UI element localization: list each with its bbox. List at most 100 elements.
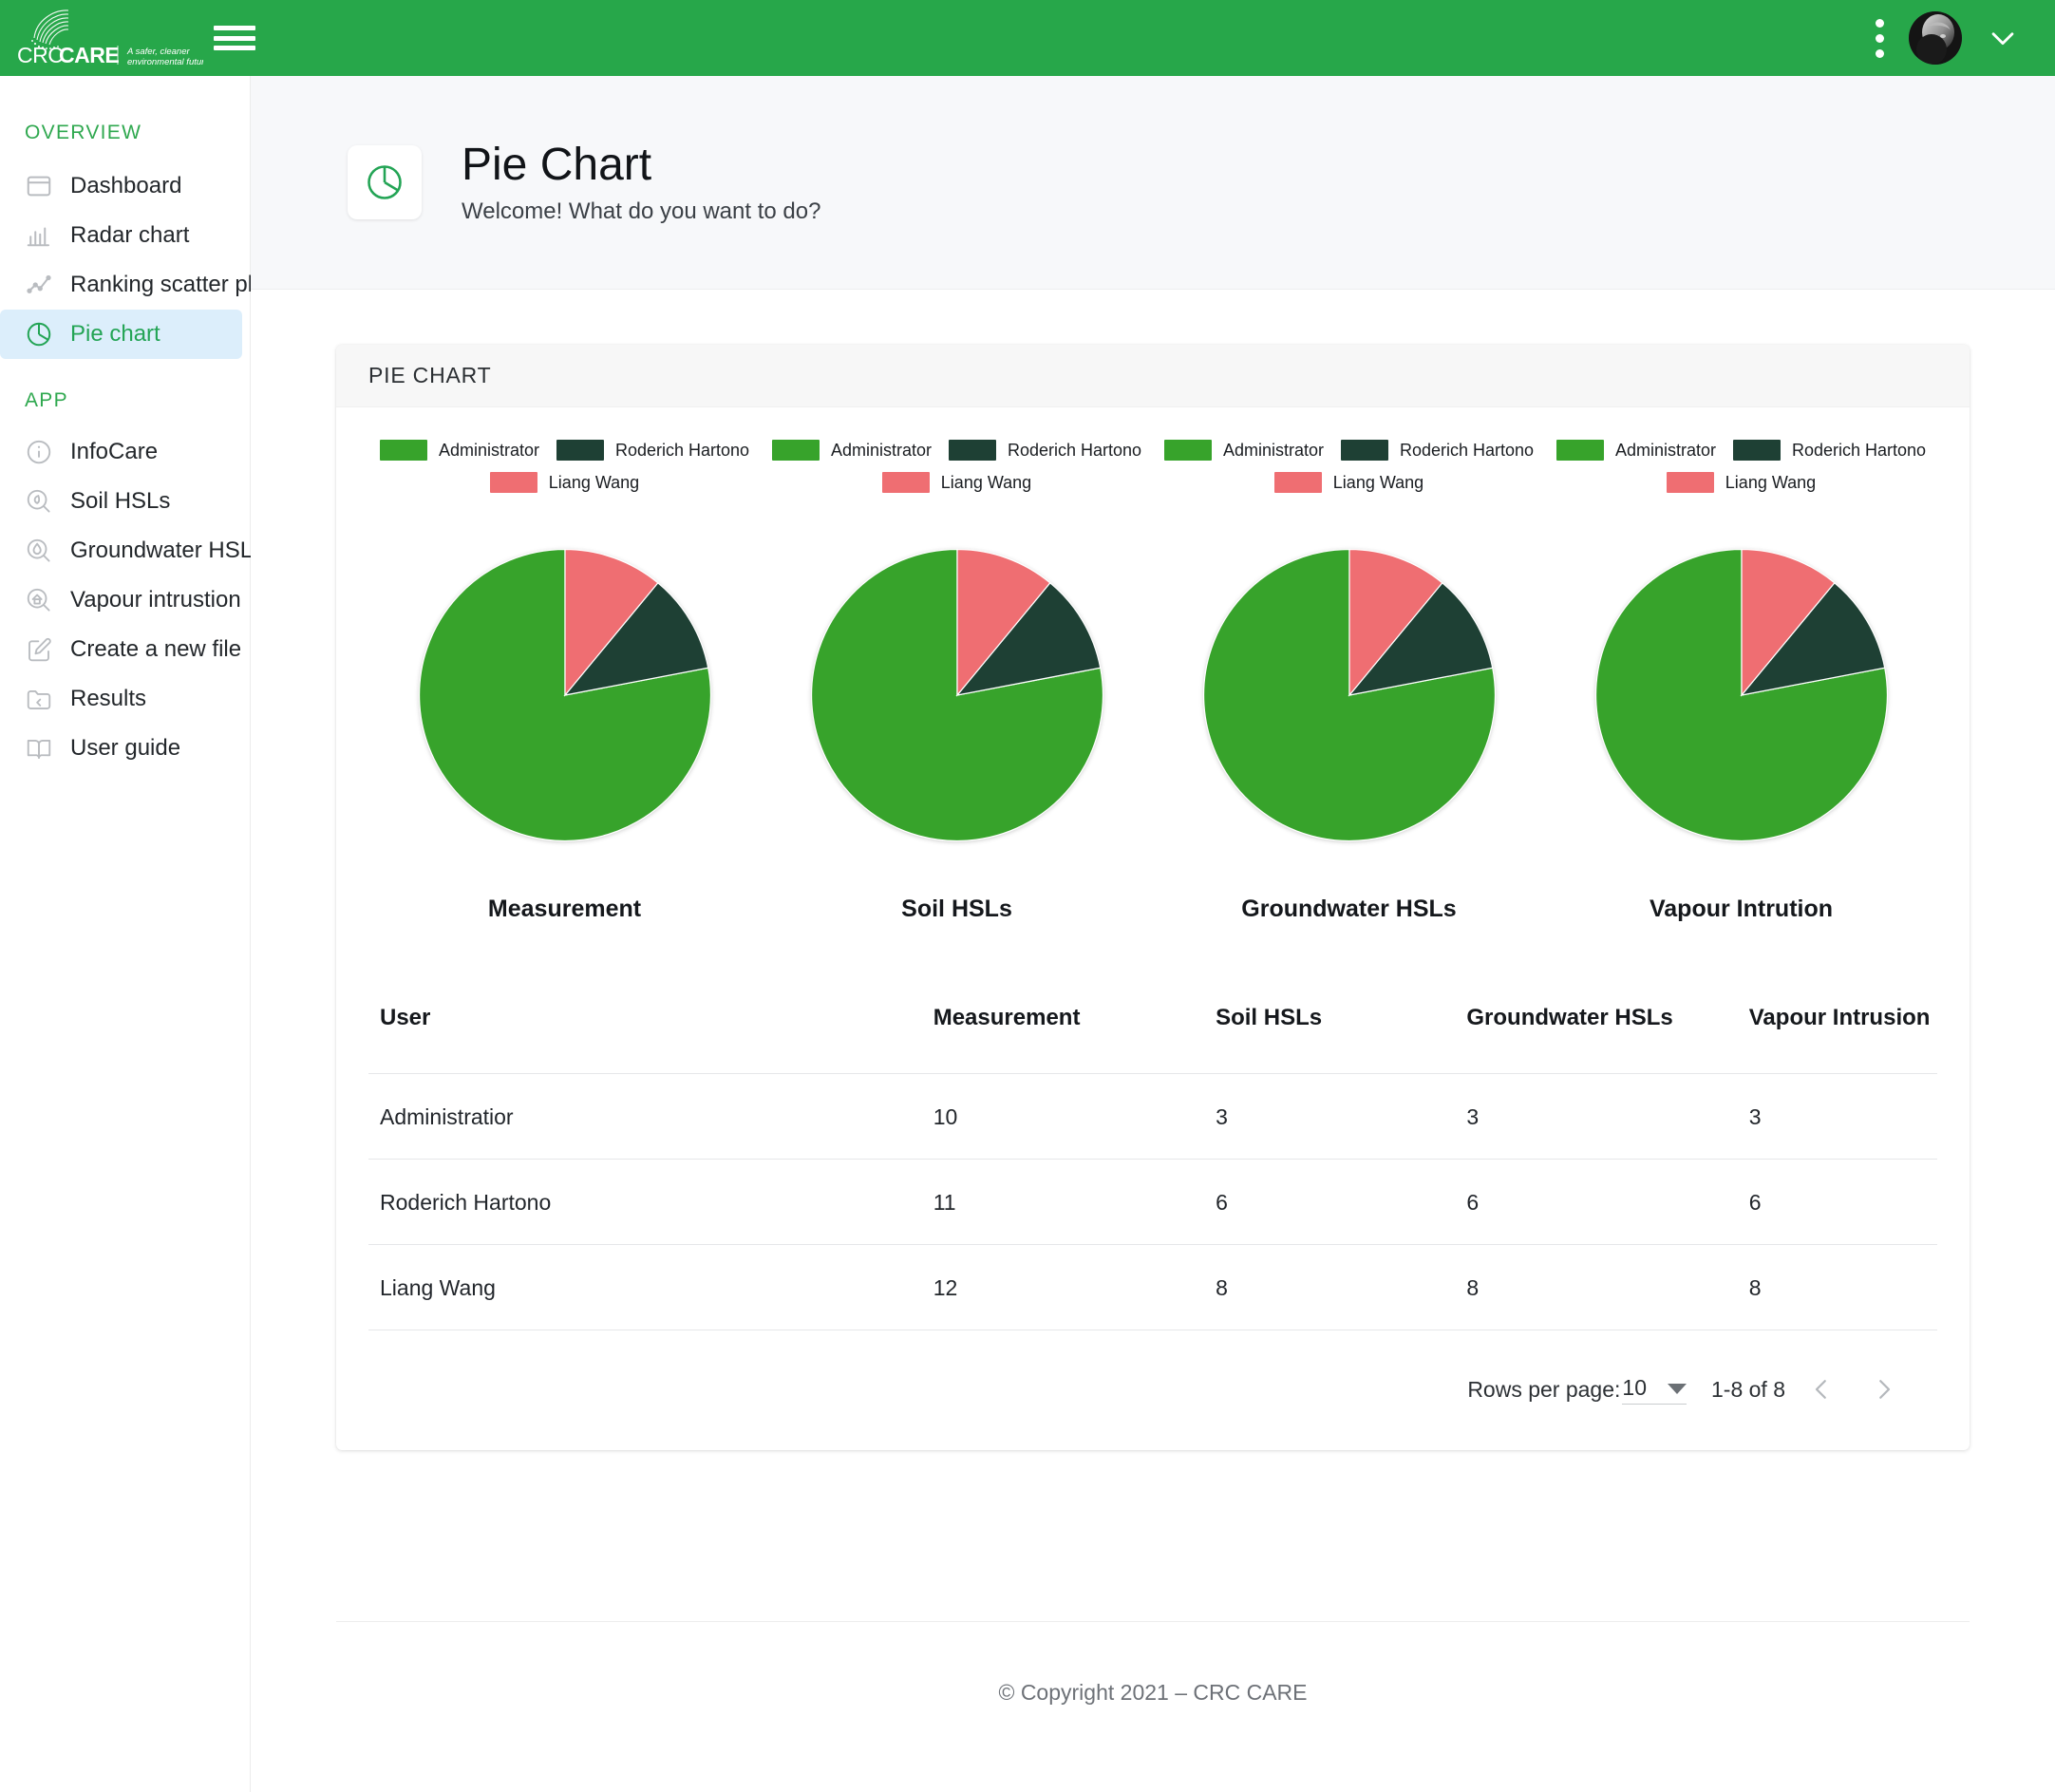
chevron-down-icon[interactable] bbox=[1987, 22, 2019, 54]
table-head: User Measurement Soil HSLs Groundwater H… bbox=[368, 1005, 1937, 1074]
page-icon-tile bbox=[348, 145, 422, 219]
sidebar-item-label: Radar chart bbox=[70, 222, 190, 248]
legend-item-liang-wang[interactable]: Liang Wang bbox=[1666, 472, 1817, 493]
legend-swatch bbox=[881, 472, 930, 493]
pie-label: Vapour Intrution bbox=[1649, 896, 1834, 922]
legend-line: Liang Wang bbox=[881, 472, 1032, 493]
column-header-groundwater-hsls[interactable]: Groundwater HSLs bbox=[1466, 1005, 1748, 1074]
legend-item-roderich-hartono[interactable]: Roderich Hartono bbox=[948, 440, 1142, 461]
column-header-vapour-intrusion[interactable]: Vapour Intrusion bbox=[1749, 1005, 1937, 1074]
legend-label: Liang Wang bbox=[940, 472, 1032, 492]
rows-per-page-select[interactable]: 10 bbox=[1622, 1375, 1687, 1405]
sidebar-item-infocare[interactable]: InfoCare bbox=[0, 427, 242, 477]
pie-chart-groundwater-hsls[interactable] bbox=[1202, 548, 1497, 842]
legend-item-roderich-hartono[interactable]: Roderich Hartono bbox=[556, 440, 749, 461]
pie-cell-soil-hsls: Soil HSLs bbox=[761, 548, 1153, 923]
table-row[interactable]: Liang Wang 12 8 8 8 bbox=[368, 1244, 1937, 1330]
avatar[interactable] bbox=[1909, 11, 1962, 65]
legend-line: Administrator Roderich Hartono bbox=[379, 440, 749, 461]
previous-page-button[interactable] bbox=[1795, 1363, 1848, 1416]
cell-soil-hsls: 6 bbox=[1216, 1190, 1228, 1215]
legend-item-liang-wang[interactable]: Liang Wang bbox=[489, 472, 640, 493]
legend-item-liang-wang[interactable]: Liang Wang bbox=[881, 472, 1032, 493]
bar-chart-icon bbox=[25, 221, 53, 250]
legend-line: Administrator Roderich Hartono bbox=[1555, 440, 1926, 461]
sidebar-item-user-guide[interactable]: User guide bbox=[0, 724, 242, 773]
sidebar-item-label: Soil HSLs bbox=[70, 488, 171, 514]
pie-cell-measurement: Measurement bbox=[368, 548, 761, 923]
sidebar-item-label: InfoCare bbox=[70, 439, 159, 464]
legend-item-roderich-hartono[interactable]: Roderich Hartono bbox=[1340, 440, 1534, 461]
sidebar: OVERVIEW Dashboard Radar chart Ranking s… bbox=[0, 76, 272, 1792]
sidebar-section-overview: OVERVIEW bbox=[25, 122, 142, 143]
svg-text:CRC: CRC bbox=[17, 43, 63, 67]
legend-swatch bbox=[489, 472, 537, 493]
content-area: PIE CHART Administrator Roderich Hartono… bbox=[251, 290, 2055, 1764]
cell-soil-hsls: 8 bbox=[1216, 1275, 1228, 1300]
sidebar-item-label: Groundwater HSLs bbox=[70, 538, 265, 563]
page-header: Pie Chart Welcome! What do you want to d… bbox=[251, 76, 2055, 290]
legend-item-liang-wang[interactable]: Liang Wang bbox=[1273, 472, 1423, 493]
more-vertical-icon[interactable] bbox=[1875, 16, 1884, 60]
legend-item-administrator[interactable]: Administrator bbox=[771, 440, 932, 461]
svg-text:CARE: CARE bbox=[59, 43, 119, 67]
sidebar-item-groundwater-hsls[interactable]: Groundwater HSLs bbox=[0, 526, 264, 575]
sidebar-item-ranking-scatter-plot[interactable]: Ranking scatter plot bbox=[0, 260, 272, 310]
chart-legend: Administrator Roderich Hartono Liang Wan… bbox=[1545, 440, 1937, 493]
sidebar-item-results[interactable]: Results bbox=[0, 674, 242, 724]
legend-item-administrator[interactable]: Administrator bbox=[379, 440, 539, 461]
cell-groundwater-hsls: 6 bbox=[1466, 1190, 1480, 1215]
pie-chart-vapour-intrution[interactable] bbox=[1594, 548, 1889, 842]
table-body: Administratior 10 3 3 3 Roderich Hartono… bbox=[368, 1073, 1937, 1330]
pie-chart-card: PIE CHART Administrator Roderich Hartono… bbox=[336, 345, 1970, 1450]
sidebar-item-dashboard[interactable]: Dashboard bbox=[0, 161, 242, 211]
cell-user: Roderich Hartono bbox=[380, 1190, 552, 1215]
cell-soil-hsls: 3 bbox=[1216, 1104, 1228, 1129]
pie-label: Soil HSLs bbox=[901, 896, 1012, 922]
rows-per-page-label: Rows per page: bbox=[1467, 1376, 1621, 1402]
legend-label: Administrator bbox=[1222, 440, 1324, 460]
cell-vapour-intrusion: 8 bbox=[1748, 1275, 1762, 1300]
next-page-button[interactable] bbox=[1857, 1363, 1911, 1416]
legend-item-roderich-hartono[interactable]: Roderich Hartono bbox=[1732, 440, 1926, 461]
pie-chart-soil-hsls[interactable] bbox=[810, 548, 1104, 842]
sidebar-item-vapour-intrustion[interactable]: Vapour intrustion bbox=[0, 575, 242, 625]
cell-vapour-intrusion: 6 bbox=[1748, 1190, 1762, 1215]
folder-icon bbox=[25, 685, 53, 713]
sidebar-item-label: Ranking scatter plot bbox=[70, 272, 273, 297]
column-header-soil-hsls[interactable]: Soil HSLs bbox=[1216, 1005, 1466, 1074]
hamburger-menu-button[interactable] bbox=[214, 22, 255, 54]
pie-chart-measurement[interactable] bbox=[418, 548, 712, 842]
legend-swatch bbox=[1555, 440, 1604, 461]
table-row[interactable]: Administratior 10 3 3 3 bbox=[368, 1073, 1937, 1160]
users-table: User Measurement Soil HSLs Groundwater H… bbox=[368, 1005, 1937, 1330]
water-search-icon bbox=[25, 537, 53, 565]
legend-label: Liang Wang bbox=[548, 472, 640, 492]
chevron-right-icon bbox=[1879, 1380, 1891, 1399]
sidebar-item-create-a-new-file[interactable]: Create a new file bbox=[0, 625, 242, 674]
brand-logo[interactable]: CRC CARE A safer, cleaner environmental … bbox=[0, 4, 204, 72]
legend-swatch bbox=[1340, 440, 1388, 461]
sidebar-item-radar-chart[interactable]: Radar chart bbox=[0, 211, 242, 260]
sidebar-item-pie-chart[interactable]: Pie chart bbox=[0, 310, 242, 359]
cell-vapour-intrusion: 3 bbox=[1748, 1104, 1762, 1129]
legend-item-administrator[interactable]: Administrator bbox=[1555, 440, 1716, 461]
column-header-measurement[interactable]: Measurement bbox=[933, 1005, 1216, 1074]
column-header-user[interactable]: User bbox=[368, 1005, 933, 1074]
pie-chart-icon bbox=[368, 165, 402, 199]
sidebar-item-soil-hsls[interactable]: Soil HSLs bbox=[0, 477, 242, 526]
cell-user: Liang Wang bbox=[380, 1275, 496, 1300]
pie-cell-vapour-intrution: Vapour Intrution bbox=[1545, 548, 1937, 923]
legend-item-administrator[interactable]: Administrator bbox=[1163, 440, 1324, 461]
page-title: Pie Chart bbox=[462, 140, 652, 191]
table-row[interactable]: Roderich Hartono 11 6 6 6 bbox=[368, 1159, 1937, 1245]
legend-swatch bbox=[1163, 440, 1212, 461]
rows-per-page-value: 10 bbox=[1622, 1374, 1647, 1400]
legend-label: Liang Wang bbox=[1725, 472, 1817, 492]
cell-measurement: 12 bbox=[933, 1275, 958, 1300]
main-content: Pie Chart Welcome! What do you want to d… bbox=[251, 76, 2055, 1792]
pies-row: Measurement Soil HSLs Groundwater HSLs V… bbox=[368, 548, 1937, 923]
legend-label: Roderich Hartono bbox=[1007, 440, 1142, 460]
cell-groundwater-hsls: 3 bbox=[1466, 1104, 1480, 1129]
legend-line: Liang Wang bbox=[1273, 472, 1423, 493]
